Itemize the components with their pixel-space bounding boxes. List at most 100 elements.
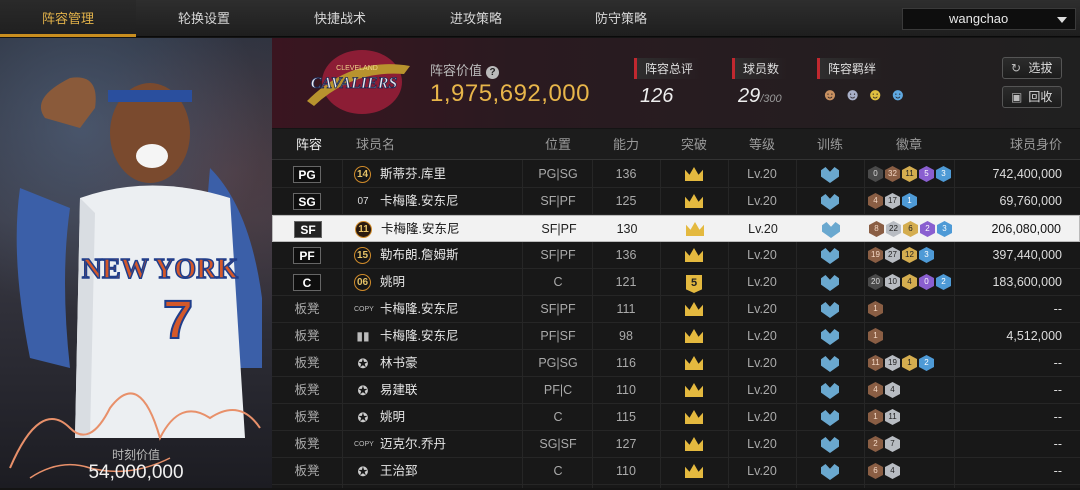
training-cell[interactable] xyxy=(796,350,864,377)
badge-hex-icon[interactable]: 4 xyxy=(885,382,900,398)
badge-hex-icon[interactable]: 2 xyxy=(919,355,934,371)
training-cell[interactable] xyxy=(796,242,864,269)
badge-hex-icon[interactable]: 3 xyxy=(937,221,952,237)
col-level[interactable]: 等级 xyxy=(728,129,796,160)
tab-quick-tactics[interactable]: 快捷战术 xyxy=(272,0,408,37)
player-name[interactable]: 斯蒂芬.库里 xyxy=(380,161,446,188)
training-cell[interactable] xyxy=(796,323,864,350)
breakthrough-cell[interactable] xyxy=(660,161,728,188)
badge-hex-icon[interactable]: 2 xyxy=(868,436,883,452)
badge-hex-icon[interactable]: 4 xyxy=(902,274,917,290)
badge-hex-icon[interactable]: 11 xyxy=(902,166,917,182)
badge-hex-icon[interactable]: 4 xyxy=(868,193,883,209)
table-row[interactable]: 板凳 ✪ 王治郅 C 110 Lv.20 6 4 -- xyxy=(272,458,1080,485)
bond-group-icon[interactable]: ☻ xyxy=(866,85,884,104)
col-position[interactable]: 位置 xyxy=(522,129,594,160)
training-cell[interactable] xyxy=(796,269,864,296)
table-row[interactable]: 板凳 COPY 卡梅隆.安东尼 SF|PF 111 Lv.20 1 -- xyxy=(272,296,1080,323)
badge-hex-icon[interactable]: 17 xyxy=(885,193,900,209)
badge-hex-icon[interactable]: 20 xyxy=(868,274,883,290)
badge-hex-icon[interactable]: 1 xyxy=(868,328,883,344)
player-name[interactable]: 姚明 xyxy=(380,404,405,431)
table-row[interactable]: C 06 姚明 C 121 5 Lv.20 20 10 4 0 2 183,600,000 xyxy=(272,269,1080,296)
training-cell[interactable] xyxy=(796,161,864,188)
player-name[interactable]: 姚明 xyxy=(380,269,405,296)
badge-hex-icon[interactable]: 4 xyxy=(868,382,883,398)
tab-defense-strategy[interactable]: 防守策略 xyxy=(553,0,689,37)
tab-rotation-settings[interactable]: 轮换设置 xyxy=(136,0,272,37)
badge-hex-icon[interactable]: 5 xyxy=(919,166,934,182)
badge-hex-icon[interactable]: 3 xyxy=(936,166,951,182)
training-cell[interactable] xyxy=(797,216,865,243)
badge-hex-icon[interactable]: 1 xyxy=(902,355,917,371)
player-name[interactable]: 王治郅 xyxy=(380,458,418,485)
col-player-value[interactable]: 球员身价 xyxy=(952,129,1062,160)
player-name[interactable]: 卡梅隆.安东尼 xyxy=(380,188,458,215)
bond-group-icon[interactable]: ☻ xyxy=(844,85,862,104)
player-name[interactable]: 易建联 xyxy=(380,377,418,404)
breakthrough-cell[interactable] xyxy=(660,431,728,458)
training-cell[interactable] xyxy=(796,296,864,323)
badge-hex-icon[interactable]: 8 xyxy=(869,221,884,237)
training-cell[interactable] xyxy=(796,458,864,485)
badge-hex-icon[interactable]: 27 xyxy=(885,247,900,263)
tab-offense-strategy[interactable]: 进攻策略 xyxy=(408,0,544,37)
badge-hex-icon[interactable]: 11 xyxy=(885,409,900,425)
player-card[interactable]: NEW YORK 7 时刻价值 54,000,000 xyxy=(0,38,272,488)
badge-hex-icon[interactable]: 2 xyxy=(920,221,935,237)
player-name[interactable]: 卡梅隆.安东尼 xyxy=(381,216,459,243)
badge-hex-icon[interactable]: 10 xyxy=(885,274,900,290)
breakthrough-cell[interactable]: 5 xyxy=(660,269,728,296)
col-ability[interactable]: 能力 xyxy=(592,129,660,160)
breakthrough-cell[interactable] xyxy=(661,216,729,243)
table-row[interactable]: 板凳 ✪ 易建联 PF|C 110 Lv.20 4 4 -- xyxy=(272,377,1080,404)
badge-hex-icon[interactable]: 0 xyxy=(919,274,934,290)
breakthrough-cell[interactable] xyxy=(660,458,728,485)
table-row[interactable]: 板凳 ✪ 林书豪 PG|SG 116 Lv.20 11 19 1 2 -- xyxy=(272,350,1080,377)
badge-hex-icon[interactable]: 1 xyxy=(868,301,883,317)
pick-button[interactable]: ↻ 选拔 xyxy=(1002,57,1062,79)
col-player-name[interactable]: 球员名 xyxy=(346,129,446,160)
badge-hex-icon[interactable]: 4 xyxy=(885,463,900,479)
player-name[interactable]: 迈克尔.乔丹 xyxy=(380,431,446,458)
table-row[interactable]: 板凳 COPY 迈克尔.乔丹 SG|SF 127 Lv.20 2 7 -- xyxy=(272,431,1080,458)
col-training[interactable]: 训练 xyxy=(796,129,864,160)
badge-hex-icon[interactable]: 1 xyxy=(902,193,917,209)
breakthrough-cell[interactable] xyxy=(660,242,728,269)
badge-hex-icon[interactable]: 1 xyxy=(868,409,883,425)
recycle-button[interactable]: ▣ 回收 xyxy=(1002,86,1062,108)
table-row[interactable]: SF 11 卡梅隆.安东尼 SF|PF 130 Lv.20 8 22 6 2 3 206,080,00… xyxy=(272,215,1080,242)
badge-hex-icon[interactable]: 6 xyxy=(868,463,883,479)
badge-hex-icon[interactable]: 19 xyxy=(868,247,883,263)
badge-hex-icon[interactable]: 11 xyxy=(868,355,883,371)
user-dropdown[interactable]: wangchao xyxy=(902,8,1076,30)
badge-hex-icon[interactable]: 22 xyxy=(886,221,901,237)
bond-group-icon[interactable]: ☻ xyxy=(889,85,907,104)
question-circle-icon[interactable]: ? xyxy=(486,66,500,79)
badge-hex-icon[interactable]: 6 xyxy=(903,221,918,237)
breakthrough-cell[interactable] xyxy=(660,377,728,404)
breakthrough-cell[interactable] xyxy=(660,296,728,323)
badge-hex-icon[interactable]: 2 xyxy=(936,274,951,290)
badge-hex-icon[interactable]: 7 xyxy=(885,436,900,452)
table-row[interactable]: PG 14 斯蒂芬.库里 PG|SG 136 Lv.20 0 32 11 5 3 742,400,00… xyxy=(272,161,1080,188)
breakthrough-cell[interactable] xyxy=(660,188,728,215)
badge-hex-icon[interactable]: 3 xyxy=(919,247,934,263)
player-name[interactable]: 卡梅隆.安东尼 xyxy=(380,296,458,323)
badge-hex-icon[interactable]: 12 xyxy=(902,247,917,263)
breakthrough-cell[interactable] xyxy=(660,404,728,431)
col-breakthrough[interactable]: 突破 xyxy=(660,129,728,160)
table-row[interactable]: 板凳 ✪ 姚明 C 115 Lv.20 1 11 -- xyxy=(272,404,1080,431)
player-name[interactable]: 勒布朗.詹姆斯 xyxy=(380,242,458,269)
col-badges[interactable]: 徽章 xyxy=(864,129,954,160)
tab-lineup-management[interactable]: 阵容管理 xyxy=(0,0,136,37)
table-row[interactable]: 板凳 ▮▮ 卡梅隆.安东尼 PF|SF 98 Lv.20 1 4,512,000 xyxy=(272,323,1080,350)
training-cell[interactable] xyxy=(796,431,864,458)
badge-hex-icon[interactable]: 0 xyxy=(868,166,883,182)
training-cell[interactable] xyxy=(796,377,864,404)
breakthrough-cell[interactable] xyxy=(660,350,728,377)
table-row[interactable]: PF 15 勒布朗.詹姆斯 SF|PF 136 Lv.20 19 27 12 3 397,440,0… xyxy=(272,242,1080,269)
player-name[interactable]: 林书豪 xyxy=(380,350,418,377)
breakthrough-cell[interactable] xyxy=(660,323,728,350)
badge-hex-icon[interactable]: 32 xyxy=(885,166,900,182)
